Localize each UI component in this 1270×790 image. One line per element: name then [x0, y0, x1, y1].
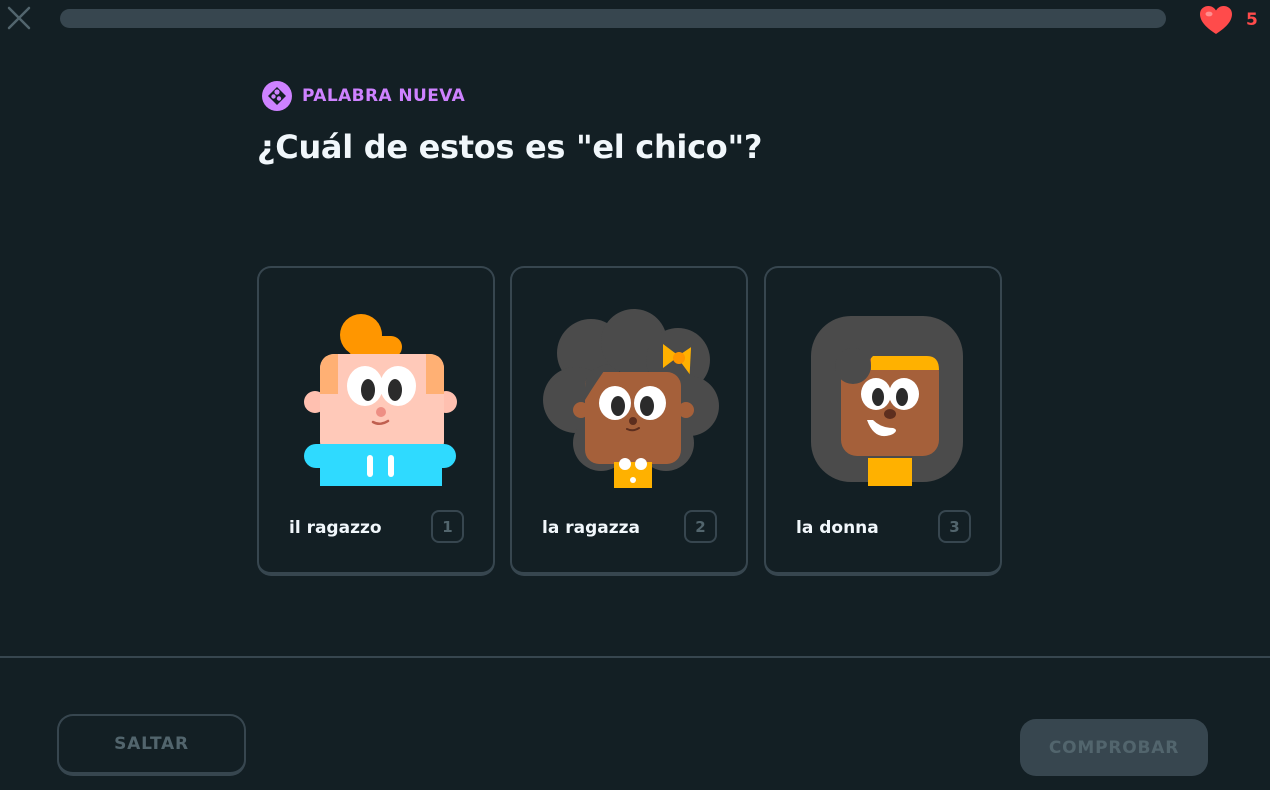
check-button[interactable]: COMPROBAR	[1020, 719, 1208, 776]
new-word-label: PALABRA NUEVA	[302, 86, 466, 106]
new-word-badge: PALABRA NUEVA	[262, 81, 465, 111]
boy-avatar-icon	[304, 314, 457, 486]
choice-label: la ragazza	[542, 518, 640, 538]
new-word-icon	[262, 81, 292, 111]
hearts-count: 5	[1246, 10, 1258, 30]
hearts-counter[interactable]: 5	[1198, 4, 1258, 36]
question-prompt: ¿Cuál de estos es "el chico"?	[257, 128, 763, 166]
choice-key-hint: 1	[431, 510, 464, 543]
choice-label: il ragazzo	[289, 518, 382, 538]
skip-button[interactable]: SALTAR	[57, 714, 246, 776]
close-icon[interactable]	[6, 5, 32, 31]
choice-card-3[interactable]: la donna 3	[764, 266, 1002, 576]
heart-icon	[1200, 6, 1232, 34]
choice-key-hint: 2	[684, 510, 717, 543]
choice-key-hint: 3	[938, 510, 971, 543]
woman-avatar-icon	[811, 316, 963, 486]
lesson-progress-bar	[60, 9, 1166, 28]
choice-card-2[interactable]: la ragazza 2	[510, 266, 748, 576]
choice-label: la donna	[796, 518, 879, 538]
girl-avatar-icon	[543, 309, 719, 488]
footer-divider	[0, 656, 1270, 658]
top-bar: 5	[0, 0, 1270, 40]
choice-card-1[interactable]: il ragazzo 1	[257, 266, 495, 576]
